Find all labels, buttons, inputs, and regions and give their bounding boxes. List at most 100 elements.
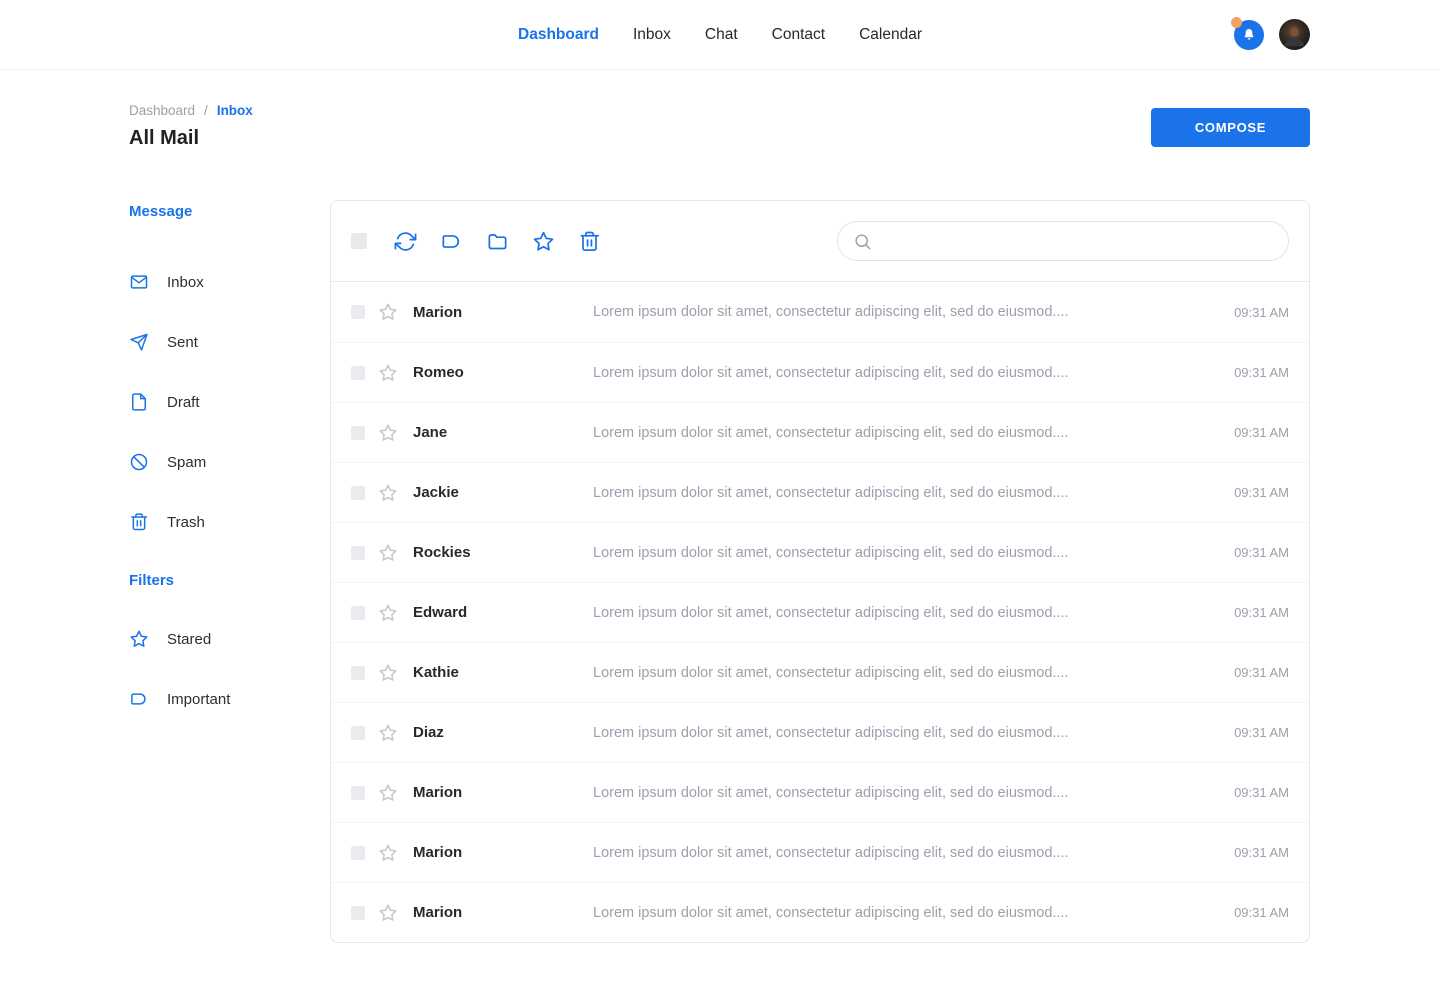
row-star-icon[interactable] xyxy=(378,783,398,803)
sidebar-item-label: Inbox xyxy=(167,274,204,291)
sender-name: Diaz xyxy=(413,724,593,741)
star-icon xyxy=(532,230,555,253)
row-checkbox[interactable] xyxy=(351,486,365,500)
mail-row[interactable]: JaneLorem ipsum dolor sit amet, consecte… xyxy=(331,402,1309,462)
sender-name: Marion xyxy=(413,844,593,861)
page-title: All Mail xyxy=(129,127,1310,150)
mail-list-card: MarionLorem ipsum dolor sit amet, consec… xyxy=(330,200,1310,943)
content-area: Message Inbox Sent DraftSpam Trash Filters Sta… xyxy=(0,200,1440,983)
sidebar-item-spam[interactable]: Spam xyxy=(129,432,330,492)
notification-dot xyxy=(1231,17,1242,28)
envelope-icon xyxy=(129,272,149,292)
label-button[interactable] xyxy=(440,230,463,253)
notification-bell-button[interactable] xyxy=(1234,20,1264,50)
toolbar-icons xyxy=(394,230,624,253)
row-star-icon[interactable] xyxy=(378,423,398,443)
search-input[interactable] xyxy=(882,232,1273,250)
nav-inbox[interactable]: Inbox xyxy=(633,26,671,44)
mail-row[interactable]: MarionLorem ipsum dolor sit amet, consec… xyxy=(331,282,1309,342)
mail-toolbar xyxy=(331,201,1309,282)
mail-preview: Lorem ipsum dolor sit amet, consectetur … xyxy=(593,665,1234,681)
search-icon xyxy=(853,232,872,251)
nav-chat[interactable]: Chat xyxy=(705,26,738,44)
row-checkbox[interactable] xyxy=(351,906,365,920)
nav-contact[interactable]: Contact xyxy=(772,26,825,44)
mail-rows: MarionLorem ipsum dolor sit amet, consec… xyxy=(331,282,1309,942)
sidebar-item-label: Important xyxy=(167,691,230,708)
row-checkbox[interactable] xyxy=(351,786,365,800)
row-checkbox[interactable] xyxy=(351,726,365,740)
sender-name: Kathie xyxy=(413,664,593,681)
header-actions xyxy=(1234,19,1310,50)
star-button[interactable] xyxy=(532,230,555,253)
mail-row[interactable]: EdwardLorem ipsum dolor sit amet, consec… xyxy=(331,582,1309,642)
mail-row[interactable]: KathieLorem ipsum dolor sit amet, consec… xyxy=(331,642,1309,702)
row-checkbox[interactable] xyxy=(351,426,365,440)
sidebar-item-stared[interactable]: Stared xyxy=(129,609,330,669)
row-checkbox[interactable] xyxy=(351,305,365,319)
mail-preview: Lorem ipsum dolor sit amet, consectetur … xyxy=(593,365,1234,381)
sidebar-item-draft[interactable]: Draft xyxy=(129,372,330,432)
refresh-button[interactable] xyxy=(394,230,417,253)
row-star-icon[interactable] xyxy=(378,843,398,863)
select-all-checkbox[interactable] xyxy=(351,233,367,249)
folder-icon xyxy=(486,230,509,253)
trash-icon xyxy=(129,512,149,532)
row-checkbox[interactable] xyxy=(351,606,365,620)
sidebar-item-important[interactable]: Important xyxy=(129,669,330,729)
sidebar-section-title-filters: Filters xyxy=(129,572,330,589)
mail-row[interactable]: MarionLorem ipsum dolor sit amet, consec… xyxy=(331,822,1309,882)
mail-row[interactable]: JackieLorem ipsum dolor sit amet, consec… xyxy=(331,462,1309,522)
sidebar-item-inbox[interactable]: Inbox xyxy=(129,252,330,312)
mail-preview: Lorem ipsum dolor sit amet, consectetur … xyxy=(593,845,1234,861)
user-avatar[interactable] xyxy=(1279,19,1310,50)
mail-row[interactable]: DiazLorem ipsum dolor sit amet, consecte… xyxy=(331,702,1309,762)
label-icon xyxy=(440,230,463,253)
mail-time: 09:31 AM xyxy=(1234,305,1289,320)
sidebar-section-title-message: Message xyxy=(129,203,330,220)
nav-dashboard[interactable]: Dashboard xyxy=(518,26,599,44)
sidebar-item-sent[interactable]: Sent xyxy=(129,312,330,372)
row-star-icon[interactable] xyxy=(378,302,398,322)
mail-preview: Lorem ipsum dolor sit amet, consectetur … xyxy=(593,605,1234,621)
trash-button[interactable] xyxy=(578,230,601,253)
mail-row[interactable]: RockiesLorem ipsum dolor sit amet, conse… xyxy=(331,522,1309,582)
mail-time: 09:31 AM xyxy=(1234,605,1289,620)
row-checkbox[interactable] xyxy=(351,666,365,680)
sender-name: Edward xyxy=(413,604,593,621)
mail-row[interactable]: MarionLorem ipsum dolor sit amet, consec… xyxy=(331,882,1309,942)
row-checkbox[interactable] xyxy=(351,366,365,380)
row-star-icon[interactable] xyxy=(378,483,398,503)
mail-row[interactable]: MarionLorem ipsum dolor sit amet, consec… xyxy=(331,762,1309,822)
row-checkbox[interactable] xyxy=(351,846,365,860)
row-checkbox[interactable] xyxy=(351,546,365,560)
mail-row[interactable]: RomeoLorem ipsum dolor sit amet, consect… xyxy=(331,342,1309,402)
compose-button[interactable]: COMPOSE xyxy=(1151,108,1310,147)
mail-time: 09:31 AM xyxy=(1234,365,1289,380)
mail-time: 09:31 AM xyxy=(1234,665,1289,680)
mail-time: 09:31 AM xyxy=(1234,725,1289,740)
sidebar-item-label: Stared xyxy=(167,631,211,648)
mail-time: 09:31 AM xyxy=(1234,845,1289,860)
sender-name: Marion xyxy=(413,784,593,801)
row-star-icon[interactable] xyxy=(378,663,398,683)
row-star-icon[interactable] xyxy=(378,363,398,383)
main-nav: Dashboard Inbox Chat Contact Calendar xyxy=(518,26,922,44)
sidebar-item-label: Sent xyxy=(167,334,198,351)
breadcrumb-dashboard[interactable]: Dashboard xyxy=(129,103,195,118)
star-icon xyxy=(129,629,149,649)
nav-calendar[interactable]: Calendar xyxy=(859,26,922,44)
breadcrumb-inbox[interactable]: Inbox xyxy=(217,103,253,118)
label-icon xyxy=(129,689,149,709)
paper-plane-icon xyxy=(129,332,149,352)
row-star-icon[interactable] xyxy=(378,603,398,623)
row-star-icon[interactable] xyxy=(378,543,398,563)
row-star-icon[interactable] xyxy=(378,723,398,743)
sender-name: Rockies xyxy=(413,544,593,561)
sidebar-item-trash[interactable]: Trash xyxy=(129,492,330,552)
sidebar-item-label: Trash xyxy=(167,514,205,531)
sender-name: Jackie xyxy=(413,484,593,501)
mail-time: 09:31 AM xyxy=(1234,425,1289,440)
folder-button[interactable] xyxy=(486,230,509,253)
row-star-icon[interactable] xyxy=(378,903,398,923)
